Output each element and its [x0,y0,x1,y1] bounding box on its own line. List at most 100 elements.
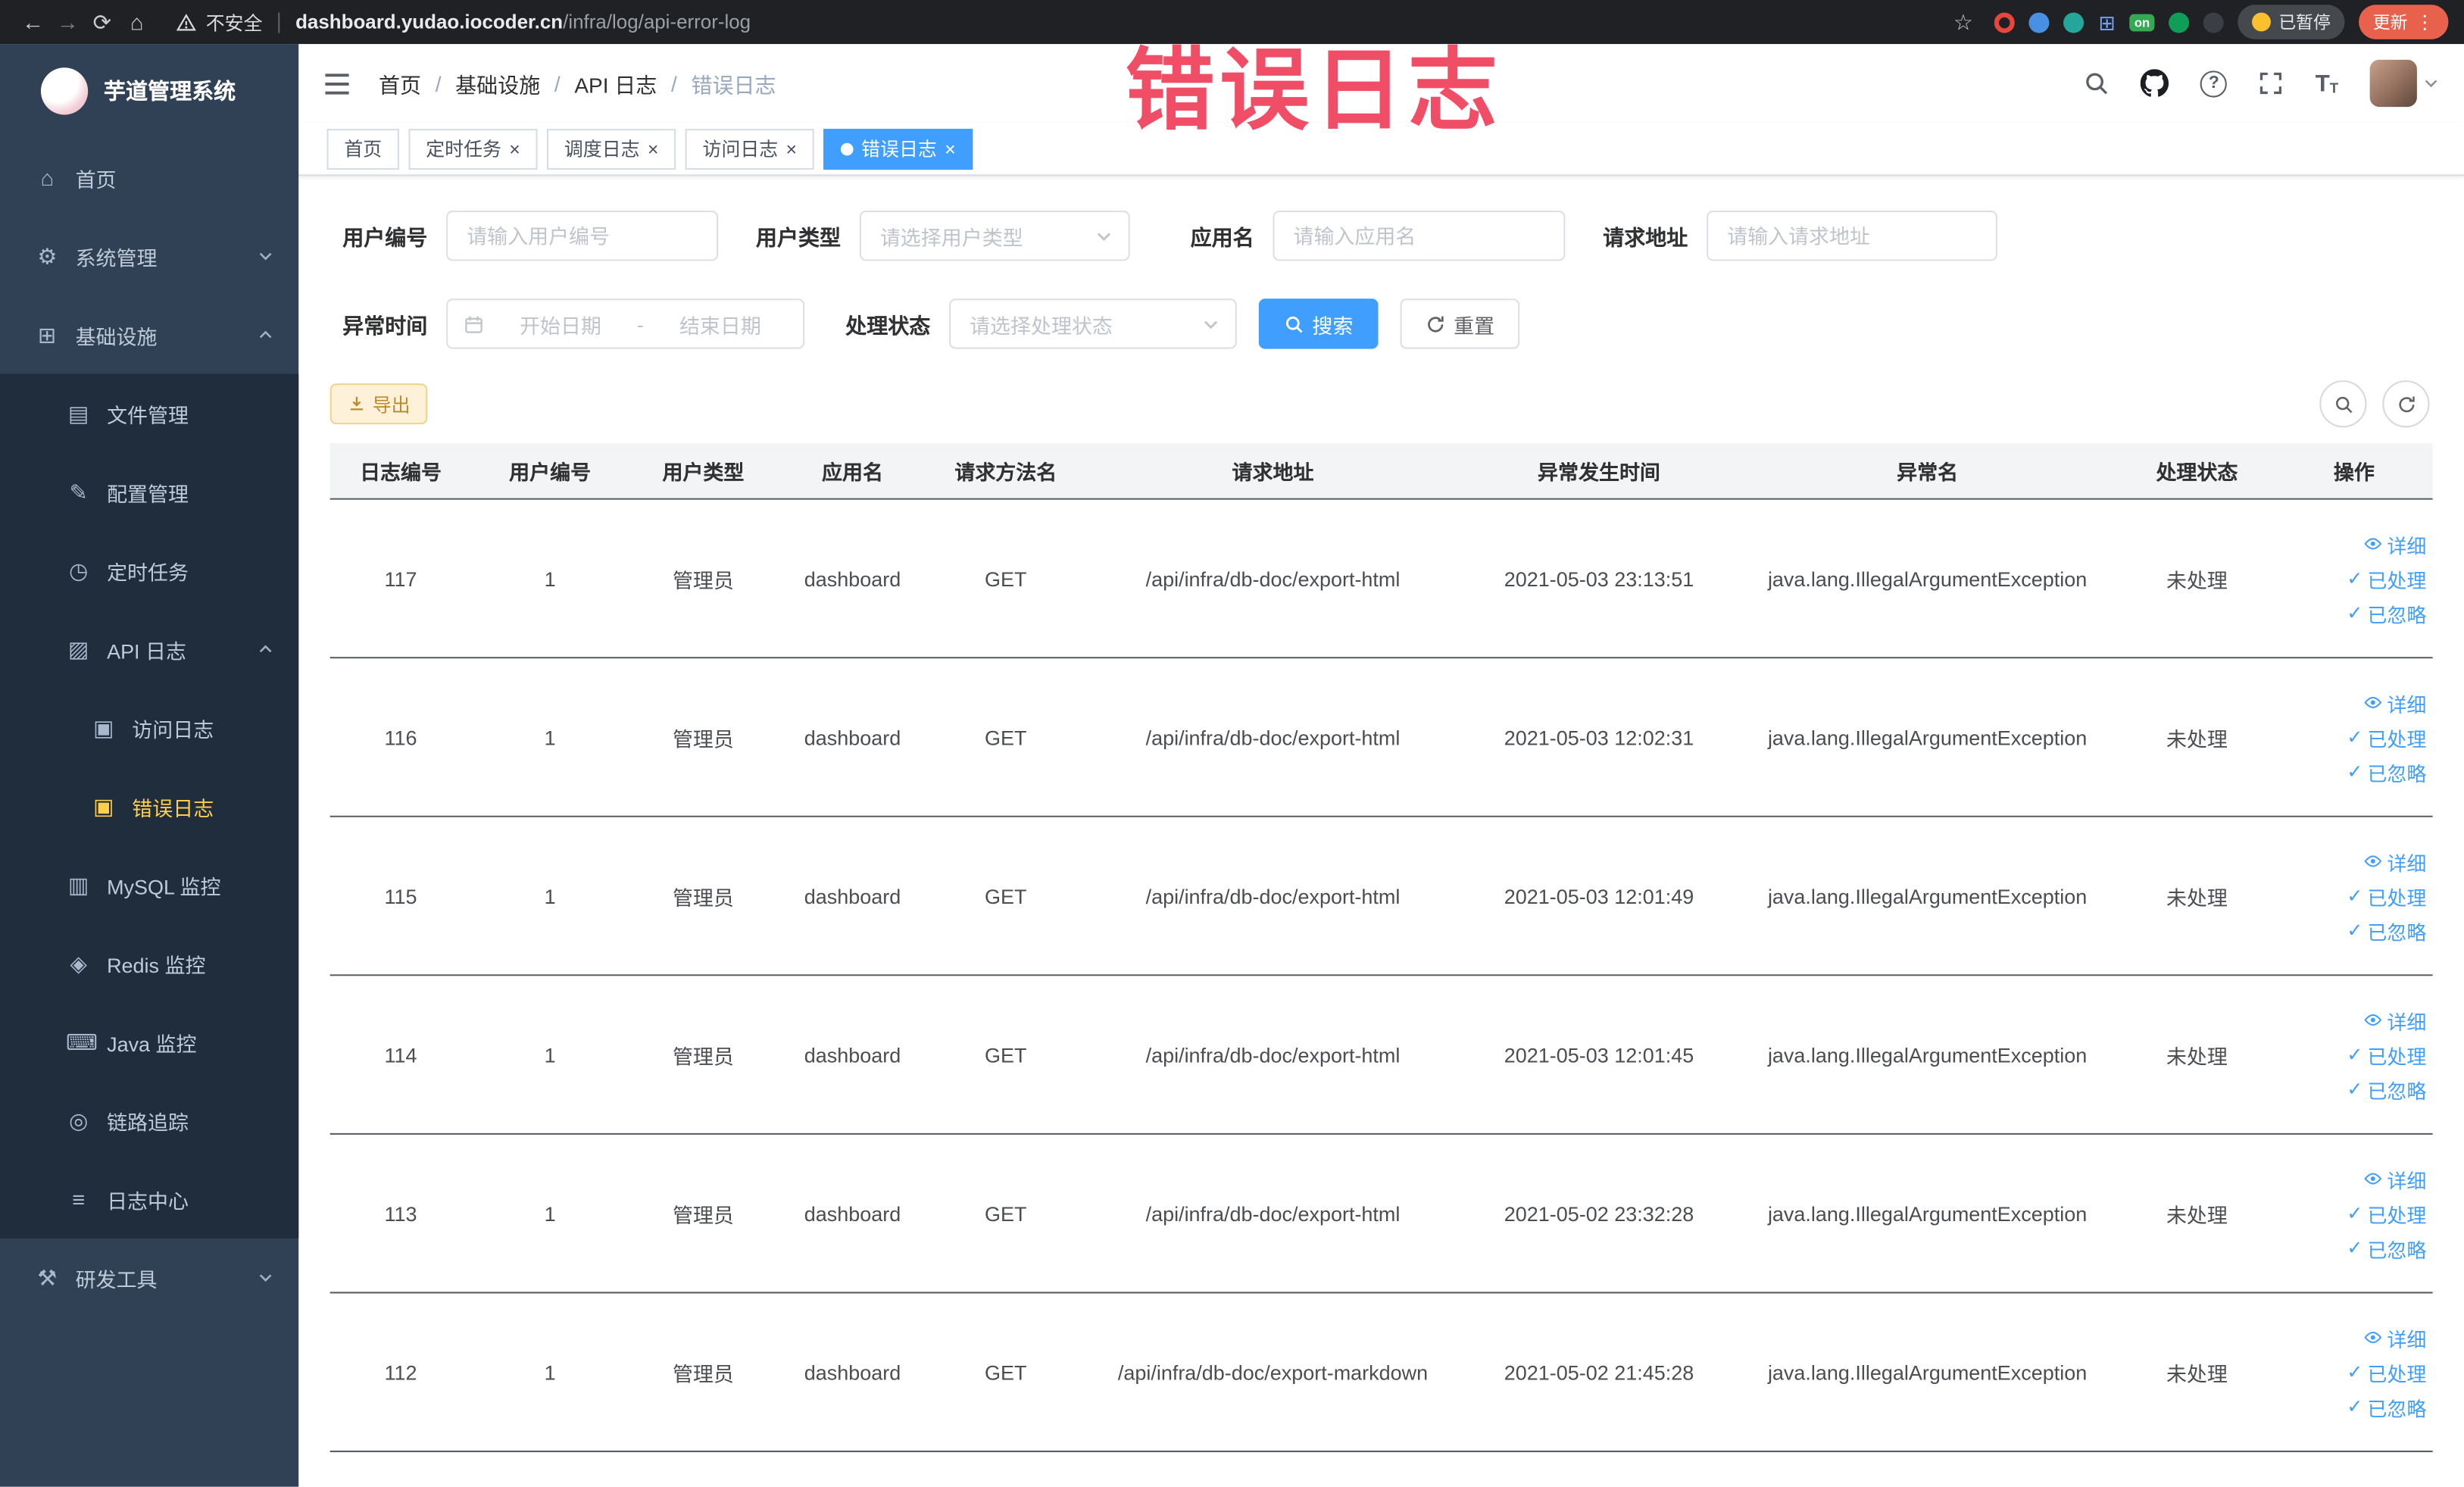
ignore-link[interactable]: ✓ 已忽略 [2347,598,2426,627]
user-id-input[interactable] [446,211,719,261]
extension-icon-green[interactable] [2169,11,2190,33]
cell-app-name: dashboard [804,1042,901,1067]
toggle-search-button[interactable] [2319,380,2367,428]
detail-link[interactable]: 详细 [2363,529,2426,558]
paused-badge[interactable]: 已暂停 [2238,5,2345,39]
mysql-icon: ▥ [67,871,89,897]
ignore-link[interactable]: ✓ 已忽略 [2347,1233,2426,1263]
detail-link[interactable]: 详细 [2363,1164,2426,1193]
extension-icon-teal[interactable] [2063,11,2085,33]
close-icon[interactable]: × [786,139,798,158]
home-icon[interactable]: ⌂ [120,9,155,34]
update-button[interactable]: 更新 ⋮ [2359,5,2449,39]
tab-error-logs[interactable]: 错误日志 × [823,128,973,170]
process-link[interactable]: ✓ 已处理 [2347,1039,2426,1069]
header-actions: ? TT [2085,59,2464,108]
extension-icon-dark[interactable] [2203,11,2224,33]
breadcrumb-home[interactable]: 首页 [379,67,421,98]
site-security-chip[interactable]: 不安全 [176,8,263,35]
hamburger-icon[interactable] [323,71,350,95]
user-type-select[interactable]: 请选择用户类型 [859,211,1130,261]
check-icon: ✓ [2347,1395,2363,1418]
cell-time: 2021-05-03 23:13:51 [1504,566,1694,591]
close-icon[interactable]: × [648,139,659,158]
search-button[interactable]: 搜索 [1258,298,1379,349]
reset-button[interactable]: 重置 [1400,298,1520,349]
sidebar-item-system-management[interactable]: ⚙ 系统管理 [0,217,298,295]
process-status-select[interactable]: 请选择处理状态 [949,298,1237,349]
ignore-link[interactable]: ✓ 已忽略 [2347,1074,2426,1104]
extension-icon-target[interactable] [1994,11,2016,33]
request-url-input[interactable] [1707,211,1997,261]
user-avatar[interactable] [2369,59,2439,108]
tab-scheduled-tasks[interactable]: 定时任务 × [408,128,538,170]
sidebar-item-config-management[interactable]: ✎ 配置管理 [0,453,298,532]
bookmark-star-icon[interactable]: ☆ [1946,8,1981,35]
close-icon[interactable]: × [509,139,520,158]
reload-icon[interactable]: ⟳ [85,8,120,35]
sidebar-item-infrastructure[interactable]: ⊞ 基础设施 [0,295,298,374]
table-row: 115 1 管理员 dashboard GET /api/infra/db-do… [329,817,2433,976]
sidebar-item-log-center[interactable]: ≡ 日志中心 [0,1160,298,1239]
back-icon[interactable]: ← [16,9,51,34]
detail-link[interactable]: 详细 [2363,846,2426,876]
app-logo-row[interactable]: 芋道管理系统 [0,44,298,138]
sidebar-item-label: 首页 [75,167,117,192]
search-icon[interactable] [2085,70,2110,95]
fullscreen-icon[interactable] [2259,70,2284,95]
sidebar-item-link-tracing[interactable]: ◎ 链路追踪 [0,1081,298,1160]
app-name-input[interactable] [1273,211,1566,261]
close-icon[interactable]: × [945,139,956,158]
forward-icon[interactable]: → [50,9,85,34]
ignore-link[interactable]: ✓ 已忽略 [2347,916,2426,945]
cell-url: /api/infra/db-doc/export-html [1145,1042,1401,1067]
sidebar-item-scheduled-tasks[interactable]: ◷ 定时任务 [0,531,298,610]
sidebar-item-label: Redis 监控 [107,953,206,977]
extension-icon-on-badge[interactable]: on [2129,13,2155,31]
breadcrumb-infrastructure[interactable]: 基础设施 [455,67,540,98]
check-icon: ✓ [2347,601,2363,624]
sidebar-item-file-management[interactable]: ▤ 文件管理 [0,374,298,453]
exception-time-range-picker[interactable]: 开始日期 - 结束日期 [446,298,805,349]
detail-link[interactable]: 详细 [2363,688,2426,717]
cell-time: 2021-05-03 12:02:31 [1504,725,1694,749]
process-link[interactable]: ✓ 已处理 [2347,1357,2426,1387]
sidebar-item-mysql-monitor[interactable]: ▥ MySQL 监控 [0,845,298,924]
sidebar-item-dev-tools[interactable]: ⚒ 研发工具 [0,1239,298,1317]
sidebar-item-access-logs[interactable]: ▣ 访问日志 [0,689,298,767]
cell-actions: 详细 ✓ 已处理 ✓ 已忽略 [2275,1164,2432,1263]
refresh-table-button[interactable] [2382,380,2430,428]
detail-link[interactable]: 详细 [2363,1005,2426,1035]
cell-status: 未处理 [2166,726,2228,751]
extension-icon-blue[interactable] [2029,11,2050,33]
process-link[interactable]: ✓ 已处理 [2347,564,2426,593]
process-link[interactable]: ✓ 已处理 [2347,881,2426,911]
start-date-placeholder[interactable]: 开始日期 [493,309,627,339]
extension-icon-grid[interactable]: ⊞ [2098,12,2116,33]
browser-menu-icon[interactable]: ⋮ [2416,11,2434,33]
sidebar-item-home[interactable]: ⌂ 首页 [0,139,298,217]
check-icon: ✓ [2347,761,2363,783]
font-size-icon[interactable]: TT [2316,71,2338,95]
process-link[interactable]: ✓ 已处理 [2347,1198,2426,1228]
cell-exception: java.lang.IllegalArgumentException [1767,566,2088,591]
github-icon[interactable] [2141,69,2169,97]
end-date-placeholder[interactable]: 结束日期 [653,309,787,339]
tab-access-logs[interactable]: 访问日志 × [685,128,814,170]
sidebar-item-redis-monitor[interactable]: ◈ Redis 监控 [0,924,298,1003]
sidebar-item-java-monitor[interactable]: ⌨ Java 监控 [0,1003,298,1082]
process-link[interactable]: ✓ 已处理 [2347,722,2426,751]
sidebar-item-api-logs[interactable]: ▨ API 日志 [0,610,298,689]
cell-user-id: 1 [544,725,556,749]
ignore-link[interactable]: ✓ 已忽略 [2347,757,2426,786]
help-icon[interactable]: ? [2200,70,2228,97]
refresh-icon [1428,315,1444,332]
ignore-link[interactable]: ✓ 已忽略 [2347,1392,2426,1421]
detail-link[interactable]: 详细 [2363,1323,2426,1352]
sidebar-item-error-logs[interactable]: ▣ 错误日志 [0,767,298,845]
export-button[interactable]: 导出 [329,383,428,425]
address-bar[interactable]: dashboard.yudao.iocoder.cn/infra/log/api… [295,11,751,33]
tab-dispatch-logs[interactable]: 调度日志 × [547,128,676,170]
tab-home[interactable]: 首页 [326,128,400,170]
breadcrumb-api-logs[interactable]: API 日志 [574,67,657,98]
